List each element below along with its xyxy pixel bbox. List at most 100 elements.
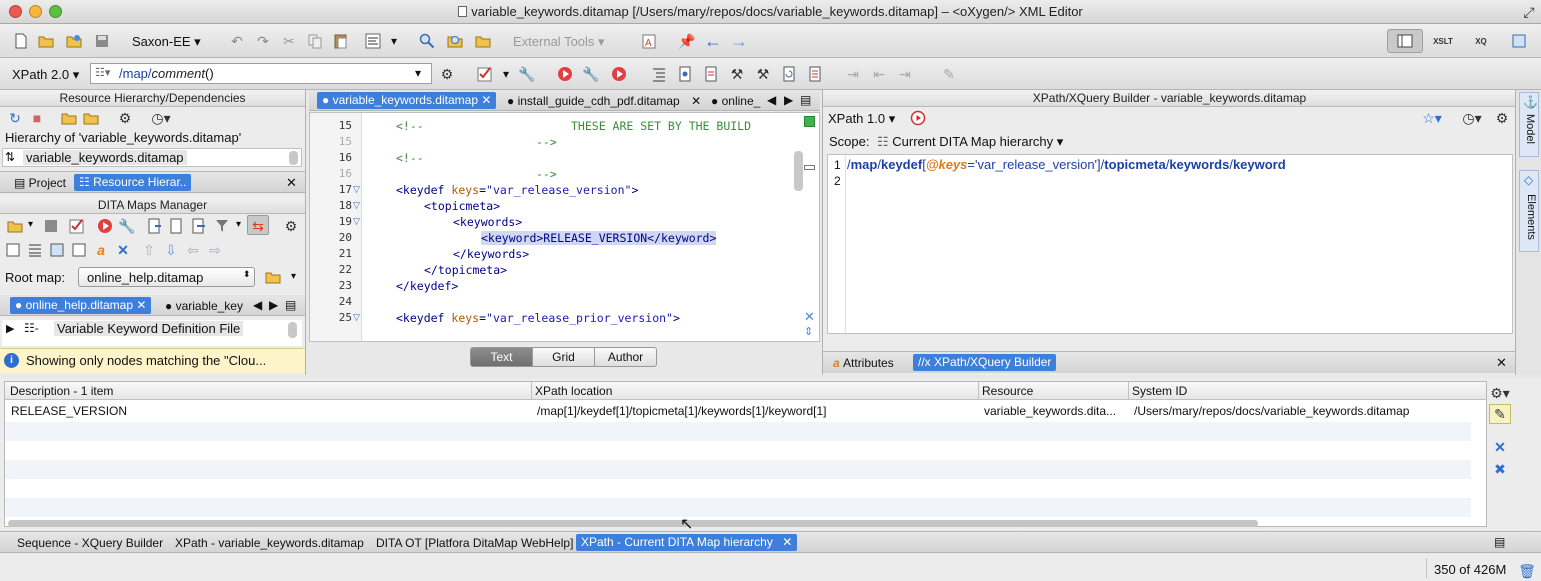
xsl-transform-icon[interactable]: A xyxy=(640,32,658,50)
trash-icon[interactable]: 🗑 xyxy=(1518,562,1536,580)
document-icon-b[interactable] xyxy=(702,65,720,83)
tab-project[interactable]: ▤ Project xyxy=(14,176,66,190)
close-tab-icon[interactable]: ✕ xyxy=(481,93,491,107)
format-dropdown-icon[interactable]: ▾ xyxy=(391,34,397,48)
open-folder-icon[interactable] xyxy=(474,32,492,50)
editor-tab-install-guide[interactable]: ● install_guide_cdh_pdf.ditamap ✕ xyxy=(507,94,701,108)
document-icon-a[interactable] xyxy=(676,65,694,83)
editor-tab-variable-keywords[interactable]: ● variable_keywords.ditamap ✕ xyxy=(317,92,497,109)
move-left-icon[interactable]: ⇦ xyxy=(184,241,202,259)
collapse-icon[interactable]: ✕ xyxy=(804,309,815,325)
refresh-icon[interactable]: ↻ xyxy=(6,109,24,127)
tab-scroll-right-icon[interactable]: ▶ xyxy=(269,298,278,312)
find-icon[interactable] xyxy=(418,32,436,50)
configure-transform-icon[interactable]: 🔧 xyxy=(582,65,600,83)
document-icon-c[interactable] xyxy=(806,65,824,83)
paste-icon[interactable] xyxy=(332,32,350,50)
map-tab-variable-keywords[interactable]: ● variable_key xyxy=(165,299,243,313)
close-panel-icon[interactable]: ✕ xyxy=(286,175,297,191)
open-map-icon[interactable] xyxy=(6,217,24,235)
find-in-files-icon[interactable] xyxy=(446,32,464,50)
favorite-star-icon[interactable]: ☆▾ xyxy=(1422,109,1442,127)
scope-select[interactable]: ☷ Current DITA Map hierarchy ▾ xyxy=(877,134,1063,150)
tab-xpath-current-hierarchy[interactable]: XPath - Current DITA Map hierarchy ✕ xyxy=(576,534,798,551)
indent-icon-c[interactable]: ⇥ xyxy=(896,65,914,83)
editor-tab-scroll-left-icon[interactable]: ◀ xyxy=(767,93,776,107)
indent-icon-b[interactable]: ⇤ xyxy=(870,65,888,83)
xslt-debugger-icon[interactable]: XSLT xyxy=(1432,32,1454,50)
xpath-dropdown-icon[interactable]: ▾ xyxy=(415,66,421,80)
hierarchy-item[interactable]: variable_keywords.ditamap xyxy=(23,150,187,165)
table-row[interactable]: RELEASE_VERSION /map[1]/keydef[1]/topicm… xyxy=(5,401,1471,421)
col-system-id[interactable]: System ID xyxy=(1132,384,1187,398)
fullscreen-icon[interactable]: ⤢ xyxy=(1520,3,1538,21)
validate-icon[interactable] xyxy=(476,65,494,83)
tree-edit-icon[interactable]: ⚒ xyxy=(754,65,772,83)
configure-validation-icon[interactable]: 🔧 xyxy=(518,65,536,83)
close-tab-icon[interactable]: ✕ xyxy=(691,94,701,108)
bottom-tab-list-icon[interactable]: ▤ xyxy=(1494,535,1505,549)
editor-vertical-scrollbar[interactable] xyxy=(794,151,803,191)
pin-icon[interactable]: 📌 xyxy=(678,32,696,50)
col-description[interactable]: Description - 1 item xyxy=(10,384,113,398)
wrench-tree-icon[interactable]: ⚒ xyxy=(728,65,746,83)
xml-editor[interactable]: 15 15 16 16 17 18 19 20 21 22 23 24 25 ▽… xyxy=(309,112,820,342)
editor-tab-online[interactable]: ● online_ xyxy=(711,94,760,108)
map-row2-icon-b[interactable] xyxy=(26,241,44,259)
fold-icon[interactable]: ▽ xyxy=(353,312,360,323)
forward-arrow-icon[interactable]: → xyxy=(730,31,748,51)
results-horizontal-scrollbar[interactable] xyxy=(8,520,1258,527)
xquery-debugger-icon[interactable]: XQ xyxy=(1470,32,1492,50)
builder-history-icon[interactable]: ◷▾ xyxy=(1462,109,1481,127)
side-tab-elements[interactable]: ◇ Elements xyxy=(1519,170,1539,252)
remove-result-icon[interactable]: ✕ xyxy=(1491,438,1509,456)
save-map-icon[interactable] xyxy=(42,217,60,235)
editor-tab-scroll-right-icon[interactable]: ▶ xyxy=(784,93,793,107)
map-settings-icon[interactable]: ⚙ xyxy=(282,217,300,235)
transformer-select[interactable]: Saxon-EE ▾ xyxy=(132,34,201,50)
format-indent-icon[interactable] xyxy=(364,32,382,50)
builder-version-select[interactable]: XPath 1.0 ▾ xyxy=(828,111,895,127)
history-clock-icon[interactable]: ◷▾ xyxy=(151,109,170,127)
hierarchy-scrollbar[interactable] xyxy=(289,151,298,165)
back-arrow-icon[interactable]: ← xyxy=(704,31,722,51)
redo-icon[interactable]: ↷ xyxy=(254,32,272,50)
move-up-icon[interactable]: ⇧ xyxy=(140,241,158,259)
column-divider[interactable] xyxy=(1128,382,1129,400)
tab-xpath-variable-keywords[interactable]: XPath - variable_keywords.ditamap xyxy=(175,536,364,550)
tab-xpath-builder[interactable]: //x XPath/XQuery Builder xyxy=(913,354,1057,371)
root-map-select[interactable]: online_help.ditamap ⬍ xyxy=(78,267,255,287)
map-row2-icon-c[interactable] xyxy=(48,241,66,259)
close-panel-icon[interactable]: ✕ xyxy=(1496,355,1507,371)
tab-sequence-xquery[interactable]: Sequence - XQuery Builder xyxy=(17,536,163,550)
debug-transform-icon[interactable] xyxy=(610,65,628,83)
mode-author-button[interactable]: Author xyxy=(594,348,656,366)
open-file-icon[interactable] xyxy=(37,32,55,50)
column-divider[interactable] xyxy=(531,382,532,400)
tab-resource-hierarchy[interactable]: ☷ Resource Hierar.. xyxy=(74,174,192,191)
mode-text-button[interactable]: Text xyxy=(471,348,532,366)
tab-dita-ot[interactable]: DITA OT [Platfora DitaMap WebHelp] xyxy=(376,536,573,550)
expand-all-icon[interactable]: ⇕ xyxy=(804,325,813,338)
fold-icon[interactable]: ▽ xyxy=(353,216,360,227)
new-file-icon[interactable] xyxy=(12,32,30,50)
history-icon[interactable]: ☷▾ xyxy=(95,66,110,79)
external-tools-menu[interactable]: External Tools ▾ xyxy=(513,34,605,50)
database-perspective-icon[interactable] xyxy=(1510,32,1528,50)
xpath-builder-editor[interactable]: 1 2 /map/keydef[@keys='var_release_versi… xyxy=(827,154,1513,334)
results-settings-icon[interactable]: ⚙▾ xyxy=(1490,384,1510,402)
insert-text-icon[interactable]: a xyxy=(92,241,110,259)
fold-icon[interactable]: ▽ xyxy=(353,200,360,211)
validate-map-icon[interactable] xyxy=(68,217,86,235)
tab-list-icon[interactable]: ▤ xyxy=(285,298,296,312)
edit-disabled-icon[interactable]: ✎ xyxy=(940,65,958,83)
fold-icon[interactable]: ▽ xyxy=(353,184,360,195)
expand-arrow-icon[interactable]: ▶ xyxy=(6,322,14,335)
configure-scope-icon[interactable]: ⚙ xyxy=(116,109,134,127)
column-divider[interactable] xyxy=(978,382,979,400)
map-tab-online-help[interactable]: ● online_help.ditamap ✕ xyxy=(10,297,152,314)
col-xpath-location[interactable]: XPath location xyxy=(535,384,612,398)
tree-structure-icon[interactable] xyxy=(650,65,668,83)
close-tab-icon[interactable]: ✕ xyxy=(782,535,792,549)
folder-icon-2[interactable] xyxy=(82,109,100,127)
